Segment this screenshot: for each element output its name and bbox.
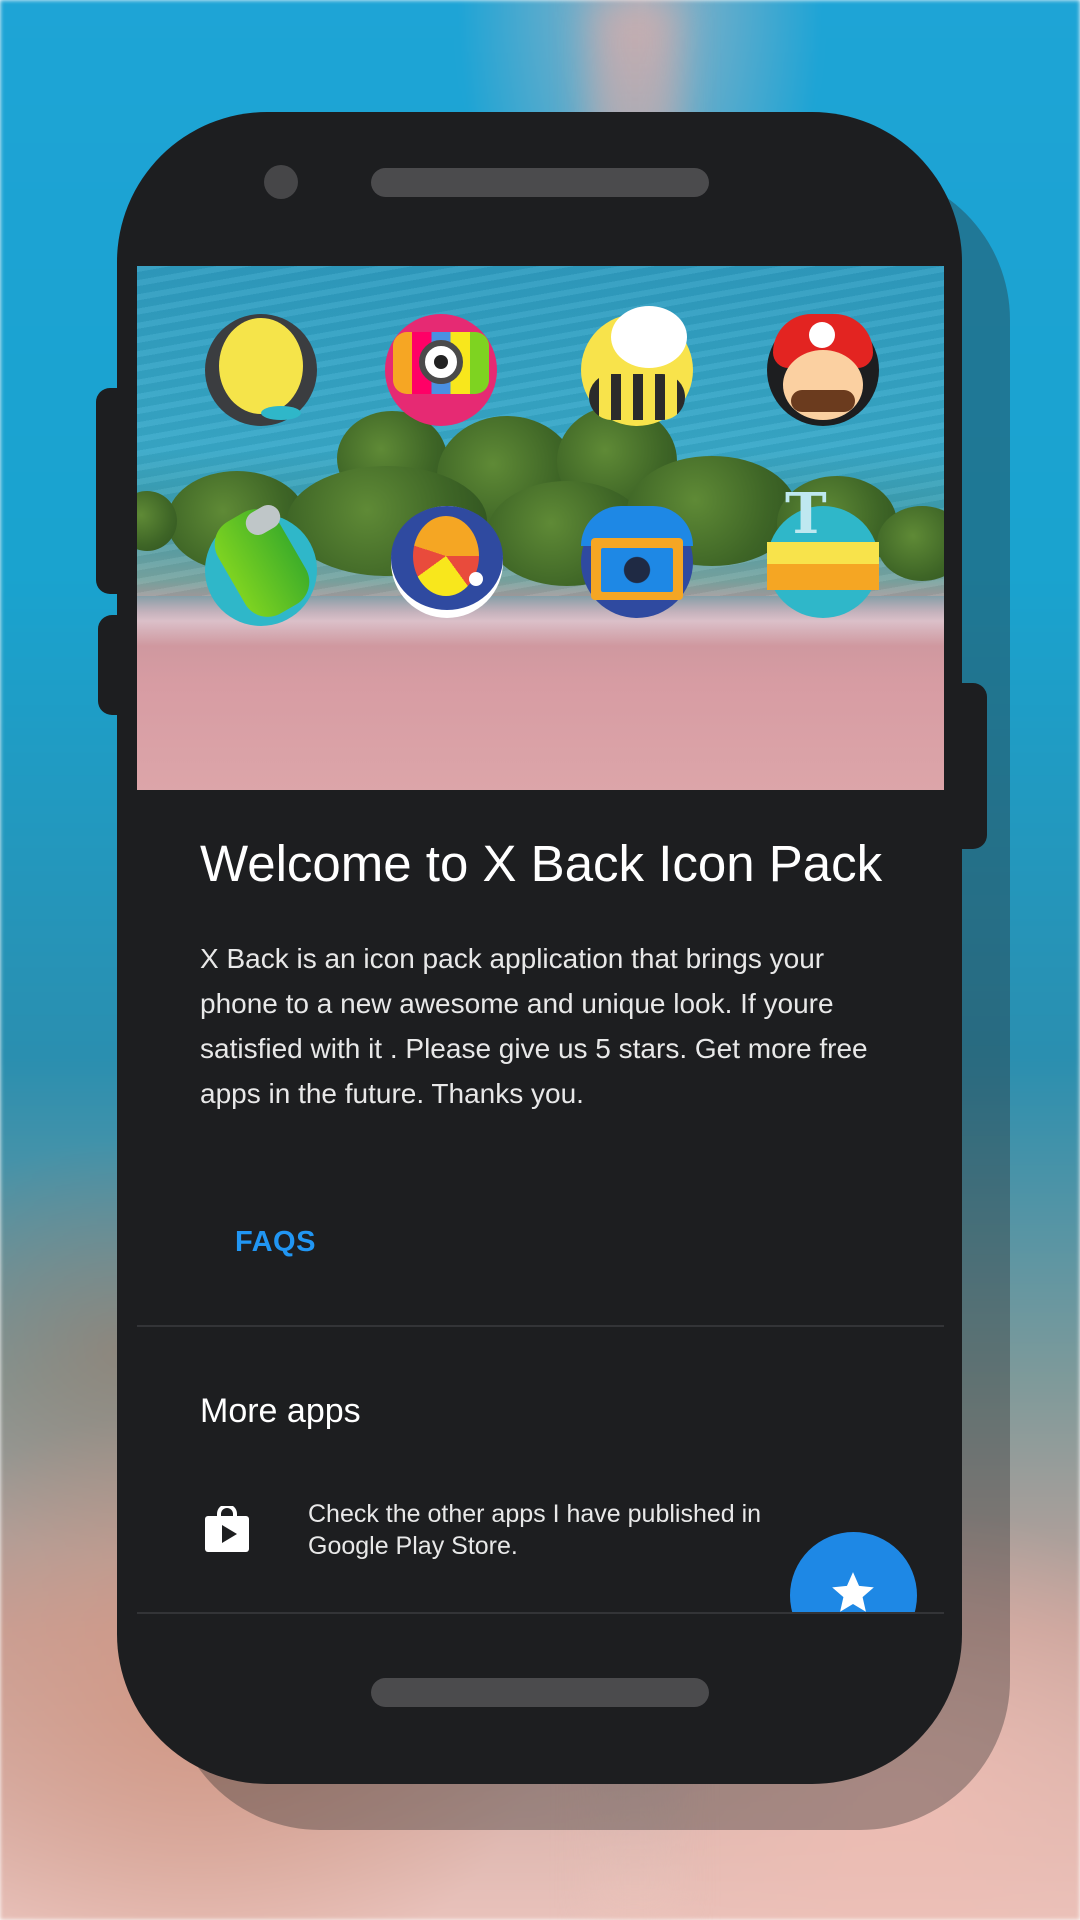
more-apps-description[interactable]: Check the other apps I have published in…	[308, 1498, 848, 1562]
dinosaur-app-icon	[205, 314, 317, 426]
bottom-divider	[137, 1612, 944, 1614]
top-speaker	[371, 168, 709, 197]
star-icon	[832, 1572, 874, 1612]
welcome-description: X Back is an icon pack application that …	[200, 943, 868, 1109]
bee-chat-app-icon	[581, 306, 693, 426]
faqs-button[interactable]: FAQS	[235, 1226, 316, 1259]
play-store-icon[interactable]	[203, 1504, 251, 1554]
box-app-icon	[581, 506, 693, 618]
app-screen: T Welcome to X Back Icon Pack X Back is …	[137, 266, 944, 1614]
camera-app-icon	[385, 314, 497, 426]
more-apps-title: More apps	[200, 1392, 361, 1430]
text-app-icon: T	[767, 486, 879, 618]
mario-app-icon	[767, 314, 879, 426]
snake-game-app-icon	[391, 506, 503, 618]
welcome-section: Welcome to X Back Icon Pack X Back is an…	[200, 832, 900, 1116]
bottom-speaker	[371, 1678, 709, 1707]
welcome-title: Welcome to X Back Icon Pack	[200, 835, 883, 892]
battery-app-icon	[205, 499, 319, 627]
front-camera	[264, 165, 298, 199]
divider	[137, 1325, 944, 1327]
header-image: T	[137, 266, 944, 790]
